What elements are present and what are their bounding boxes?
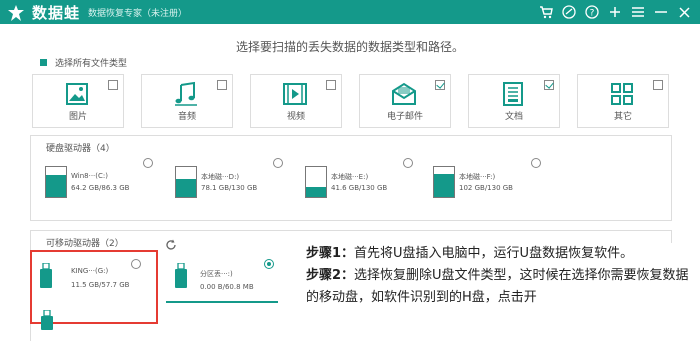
drive-name: 本地磁···D:) <box>201 173 240 181</box>
drive-name: Win8···(C:) <box>71 172 108 180</box>
drive-d[interactable]: 本地磁···D:) 78.1 GB/130 GB <box>175 156 285 200</box>
drive-size: 0.00 B/60.8 MB <box>200 283 254 291</box>
page-heading: 选择要扫描的丢失数据的数据类型和路径。 <box>235 40 464 54</box>
tutorial-overlay: 步骤1：首先将U盘插入电脑中，运行U盘数据恢复软件。 步骤2：选择恢复删除U盘文… <box>296 243 700 341</box>
email-icon <box>390 81 418 107</box>
drive-radio[interactable] <box>143 158 153 168</box>
add-icon[interactable] <box>605 3 625 21</box>
drive-e[interactable]: 本地磁···E:) 41.6 GB/130 GB <box>305 156 415 200</box>
tutorial-step-2: 步骤2：选择恢复删除U盘文件类型，这时候在选择你需要恢复数据的移动盘，如软件识别… <box>306 265 700 309</box>
drive-c[interactable]: Win8···(C:) 64.2 GB/86.3 GB <box>45 156 155 200</box>
minimize-icon[interactable] <box>651 3 671 21</box>
cart-icon[interactable] <box>536 3 556 21</box>
file-type-other[interactable]: 其它 <box>577 74 669 128</box>
file-type-list: 图片 音频 视频 电子邮件 文档 其它 <box>32 74 686 128</box>
drive-radio[interactable] <box>264 259 274 269</box>
file-type-checkbox[interactable] <box>544 80 554 90</box>
hard-disk-icon <box>45 166 67 198</box>
hard-drive-title: 硬盘驱动器（4） <box>46 144 115 154</box>
app-logo: 数据蛙 <box>6 2 80 23</box>
file-type-checkbox[interactable] <box>217 80 227 90</box>
drive-size: 78.1 GB/130 GB <box>201 184 258 192</box>
select-all-label: 选择所有文件类型 <box>55 59 128 69</box>
title-bar: 数据蛙 数据恢复专家（未注册） ? <box>0 0 700 24</box>
drive-f[interactable]: 本地磁···F:) 102 GB/130 GB <box>433 156 543 200</box>
app-subtitle: 数据恢复专家（未注册） <box>88 9 188 19</box>
tutorial-step-1: 步骤1：首先将U盘插入电脑中，运行U盘数据恢复软件。 <box>306 243 700 265</box>
drive-lost-partition[interactable]: 分区丢···:) 0.00 B/60.8 MB <box>166 257 276 301</box>
app-name: 数据蛙 <box>32 4 81 22</box>
hard-disk-icon <box>305 166 327 198</box>
refresh-icon[interactable] <box>165 236 177 255</box>
select-all-checkbox[interactable] <box>40 59 47 66</box>
hard-disk-icon <box>175 166 197 198</box>
account-icon[interactable] <box>559 3 579 21</box>
select-all-file-types[interactable]: 选择所有文件类型 <box>40 56 127 69</box>
video-icon <box>281 81 309 107</box>
document-icon <box>499 81 527 107</box>
audio-icon <box>172 81 200 107</box>
drive-size: 41.6 GB/130 GB <box>331 184 388 192</box>
file-type-audio[interactable]: 音频 <box>141 74 233 128</box>
file-type-checkbox[interactable] <box>108 80 118 90</box>
file-type-video[interactable]: 视频 <box>250 74 342 128</box>
usb-drive-icon <box>174 262 188 289</box>
close-icon[interactable] <box>674 3 694 21</box>
help-icon[interactable]: ? <box>582 3 602 21</box>
file-type-label: 文档 <box>504 112 523 122</box>
drive-name: 本地磁···F:) <box>459 173 496 181</box>
file-type-image[interactable]: 图片 <box>32 74 124 128</box>
file-type-checkbox[interactable] <box>326 80 336 90</box>
file-type-label: 图片 <box>68 112 87 122</box>
drive-name: 分区丢···:) <box>200 270 233 278</box>
file-type-checkbox[interactable] <box>435 80 445 90</box>
drive-radio[interactable] <box>403 158 413 168</box>
step-label: 步骤1： <box>306 246 355 261</box>
other-icon <box>608 81 636 107</box>
step-label: 步骤2： <box>306 268 355 283</box>
file-type-checkbox[interactable] <box>653 80 663 90</box>
drive-radio[interactable] <box>531 158 541 168</box>
frog-logo-icon <box>6 3 26 23</box>
step-text: 选择恢复删除U盘文件类型，这时候在选择你需要恢复数据的移动盘，如软件识别到的H盘… <box>306 268 689 305</box>
image-icon <box>63 81 91 107</box>
removable-drive-title: 可移动驱动器（2） <box>46 239 124 249</box>
selected-drive-underline <box>166 301 278 303</box>
file-type-email[interactable]: 电子邮件 <box>359 74 451 128</box>
file-type-label: 其它 <box>613 112 632 122</box>
drive-radio[interactable] <box>273 158 283 168</box>
hard-disk-icon <box>433 166 455 198</box>
drive-name: 本地磁···E:) <box>331 173 369 181</box>
file-type-document[interactable]: 文档 <box>468 74 560 128</box>
drive-size: 64.2 GB/86.3 GB <box>71 184 130 192</box>
file-type-label: 视频 <box>286 112 305 122</box>
file-type-label: 音频 <box>177 112 196 122</box>
svg-text:?: ? <box>590 9 595 19</box>
step-text: 首先将U盘插入电脑中，运行U盘数据恢复软件。 <box>354 246 634 261</box>
usb-drive-icon <box>40 309 54 334</box>
file-type-label: 电子邮件 <box>386 112 423 122</box>
hard-drive-panel: 硬盘驱动器（4） Win8···(C:) 64.2 GB/86.3 GB 本地磁… <box>30 135 672 221</box>
menu-icon[interactable] <box>628 3 648 21</box>
drive-size: 102 GB/130 GB <box>459 184 513 192</box>
